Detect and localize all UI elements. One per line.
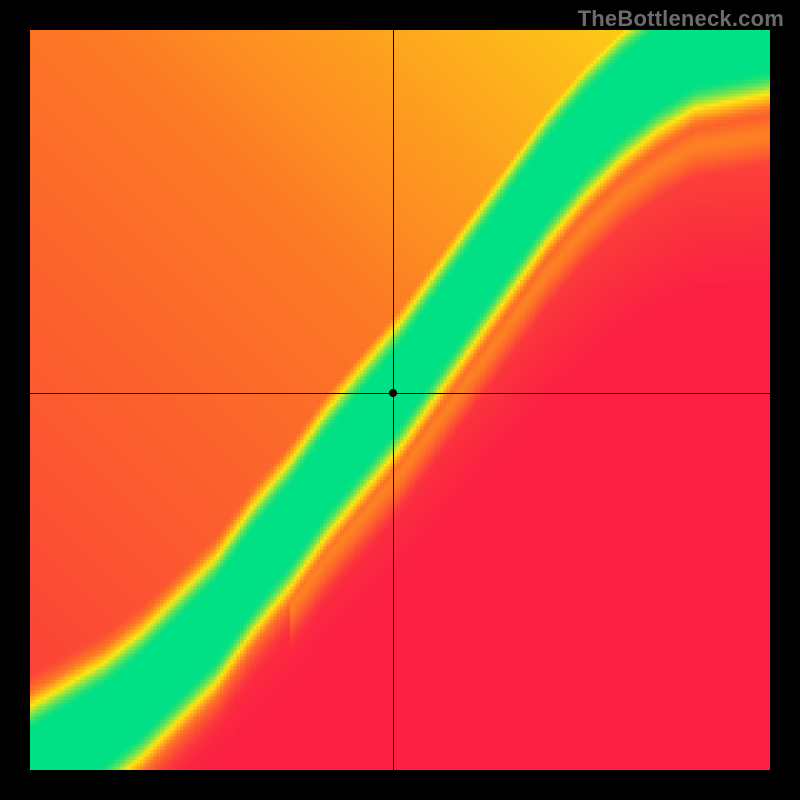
watermark-text: TheBottleneck.com (578, 6, 784, 32)
crosshair-dot (389, 389, 397, 397)
heatmap-canvas (30, 30, 770, 770)
chart-frame: TheBottleneck.com (0, 0, 800, 800)
heatmap-plot[interactable] (30, 30, 770, 770)
crosshair-vertical (393, 30, 394, 770)
crosshair-horizontal (30, 393, 770, 394)
